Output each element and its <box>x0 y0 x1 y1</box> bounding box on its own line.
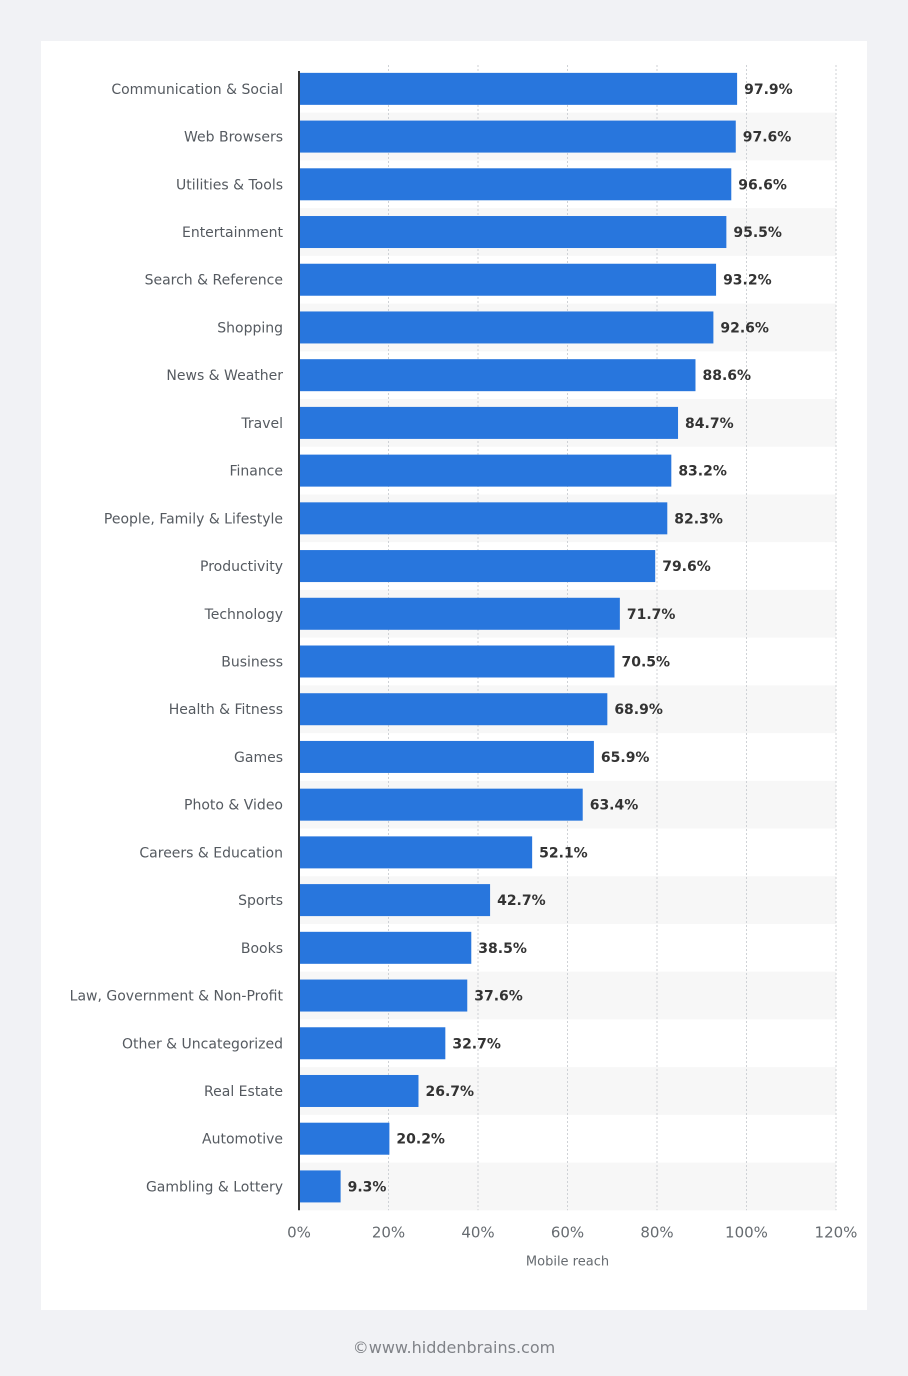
value-label: 92.6% <box>720 320 769 336</box>
bar[interactable] <box>299 836 533 869</box>
category-label: Finance <box>229 464 283 480</box>
bar[interactable] <box>299 1027 446 1060</box>
category-label: Law, Government & Non-Profit <box>70 989 284 1005</box>
category-label: Travel <box>240 416 283 432</box>
category-label: Automotive <box>202 1132 283 1148</box>
bar[interactable] <box>299 263 717 296</box>
value-label: 95.5% <box>733 225 782 241</box>
category-label: Careers & Education <box>139 845 283 861</box>
bar[interactable] <box>299 740 594 773</box>
value-label: 32.7% <box>452 1036 501 1052</box>
value-label: 71.7% <box>627 607 676 623</box>
bar[interactable] <box>299 216 727 249</box>
value-label: 38.5% <box>478 941 527 957</box>
category-label: Web Browsers <box>184 130 283 146</box>
value-label: 96.6% <box>738 177 787 193</box>
bar[interactable] <box>299 502 668 535</box>
value-label: 37.6% <box>474 989 523 1005</box>
value-label: 65.9% <box>601 750 650 766</box>
category-label: Productivity <box>200 559 283 575</box>
bar[interactable] <box>299 72 738 105</box>
bar[interactable] <box>299 168 732 201</box>
bar[interactable] <box>299 120 736 153</box>
category-label: Sports <box>238 893 283 909</box>
value-label: 97.6% <box>743 130 792 146</box>
bar[interactable] <box>299 550 656 583</box>
bar[interactable] <box>299 597 620 630</box>
category-label: Shopping <box>217 320 283 336</box>
value-label: 26.7% <box>425 1084 474 1100</box>
bar-chart: Communication & Social Web Browsers Utilit… <box>70 65 857 1269</box>
category-labels: Communication & Social Web Browsers Utilit… <box>70 82 284 1196</box>
x-tick-label: 60% <box>551 1223 584 1241</box>
x-tick-label: 120% <box>815 1223 858 1241</box>
category-label: Technology <box>204 607 283 623</box>
category-label: Games <box>234 750 283 766</box>
category-label: Gambling & Lottery <box>146 1179 283 1195</box>
value-label: 9.3% <box>348 1179 387 1195</box>
category-label: Entertainment <box>182 225 284 241</box>
value-label: 93.2% <box>723 273 772 289</box>
category-label: People, Family & Lifestyle <box>104 511 283 527</box>
bar[interactable] <box>299 979 468 1012</box>
footer-credit: ©www.hiddenbrains.com <box>352 1338 556 1357</box>
value-label: 42.7% <box>497 893 546 909</box>
value-label: 20.2% <box>396 1132 445 1148</box>
bar[interactable] <box>299 311 714 344</box>
category-label: Business <box>221 655 283 671</box>
bar[interactable] <box>299 406 679 439</box>
value-label: 70.5% <box>621 655 670 671</box>
x-axis-title: Mobile reach <box>526 1254 609 1269</box>
value-label: 52.1% <box>539 845 588 861</box>
value-label: 97.9% <box>744 82 793 98</box>
bar[interactable] <box>299 454 672 487</box>
x-tick-labels: 0% 20% 40% 60% 80% 100% 120% <box>287 1223 857 1241</box>
bar[interactable] <box>299 645 615 678</box>
bar[interactable] <box>299 1074 419 1107</box>
x-tick-label: 20% <box>372 1223 405 1241</box>
x-tick-label: 0% <box>287 1223 311 1241</box>
value-label: 79.6% <box>662 559 711 575</box>
bar[interactable] <box>299 931 472 964</box>
x-tick-label: 40% <box>461 1223 494 1241</box>
bar[interactable] <box>299 1122 390 1155</box>
value-label: 84.7% <box>685 416 734 432</box>
category-label: Other & Uncategorized <box>122 1036 283 1052</box>
value-label: 68.9% <box>614 702 663 718</box>
bar[interactable] <box>299 884 491 917</box>
bar[interactable] <box>299 359 696 392</box>
value-label: 83.2% <box>678 464 727 480</box>
category-label: News & Weather <box>166 368 283 384</box>
value-label: 88.6% <box>702 368 751 384</box>
value-label: 63.4% <box>590 798 639 814</box>
bar[interactable] <box>299 1170 341 1203</box>
bar[interactable] <box>299 788 583 821</box>
x-tick-label: 80% <box>640 1223 673 1241</box>
category-label: Communication & Social <box>111 82 283 98</box>
bar[interactable] <box>299 693 608 726</box>
category-label: Photo & Video <box>184 798 283 814</box>
value-label: 82.3% <box>674 511 723 527</box>
category-label: Health & Fitness <box>169 702 283 718</box>
category-label: Real Estate <box>204 1084 283 1100</box>
category-label: Search & Reference <box>145 273 283 289</box>
category-label: Books <box>241 941 283 957</box>
category-label: Utilities & Tools <box>176 177 283 193</box>
chart-card: Communication & Social Web Browsers Utilit… <box>41 41 867 1310</box>
x-tick-label: 100% <box>725 1223 768 1241</box>
